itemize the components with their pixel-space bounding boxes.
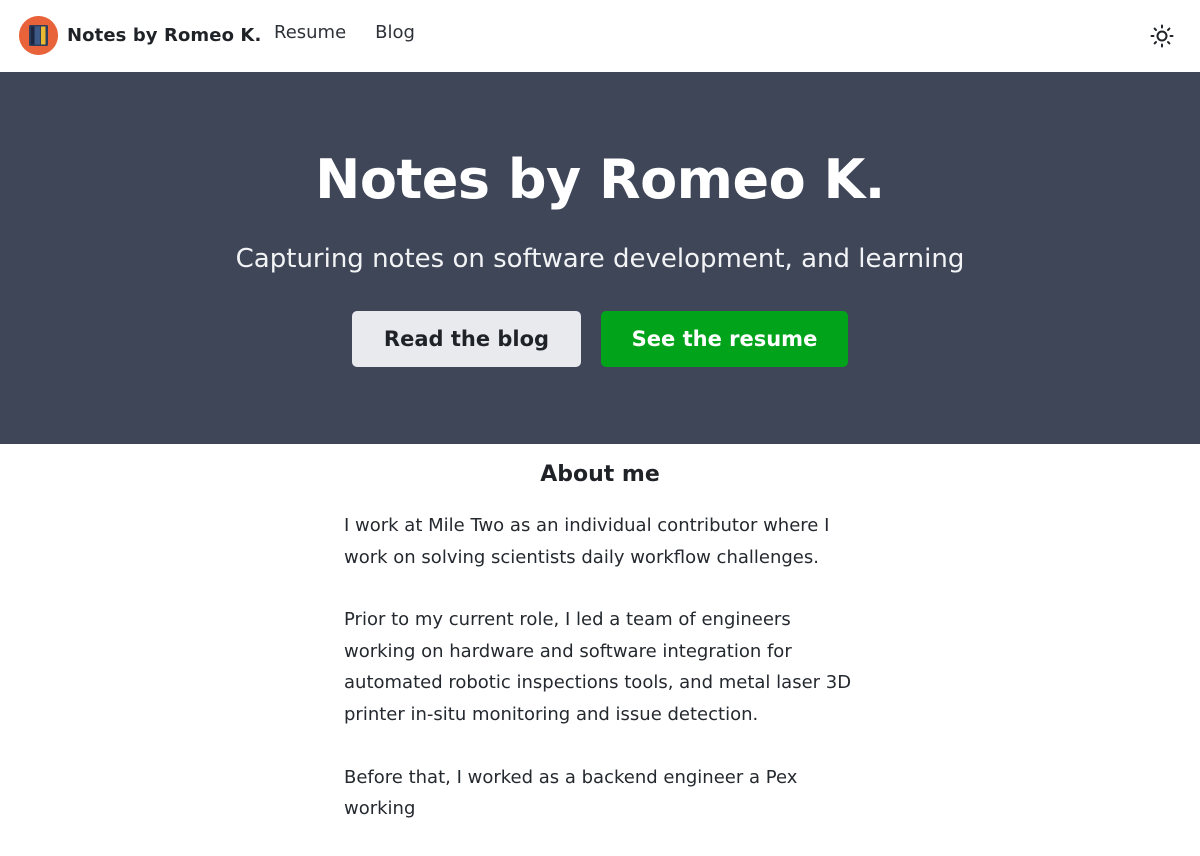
brand-home-link[interactable]: Notes by Romeo K. [19, 16, 261, 55]
main-nav: Resume Blog [274, 22, 444, 43]
theme-toggle-button[interactable] [1149, 23, 1175, 49]
brand-name: Notes by Romeo K. [67, 25, 262, 46]
top-navigation-bar: Notes by Romeo K. Resume Blog [0, 0, 1200, 72]
about-heading: About me [540, 462, 660, 487]
about-paragraph: I work at Mile Two as an individual cont… [344, 515, 830, 568]
nav-link-resume[interactable]: Resume [274, 22, 346, 43]
hero-section: Notes by Romeo K. Capturing notes on sof… [0, 72, 1200, 444]
sun-icon [1149, 24, 1175, 53]
about-paragraph: Prior to my current role, I led a team o… [344, 609, 852, 725]
hero-title: Notes by Romeo K. [315, 148, 885, 211]
read-blog-button[interactable]: Read the blog [352, 311, 581, 367]
about-paragraph: Before that, I worked as a backend engin… [344, 766, 798, 820]
see-resume-button[interactable]: See the resume [601, 311, 848, 367]
hero-subtitle: Capturing notes on software development,… [235, 244, 965, 274]
nav-link-blog[interactable]: Blog [375, 22, 415, 43]
about-content: I work at Mile Two as an individual cont… [344, 510, 856, 856]
notebook-logo-icon [19, 16, 58, 55]
